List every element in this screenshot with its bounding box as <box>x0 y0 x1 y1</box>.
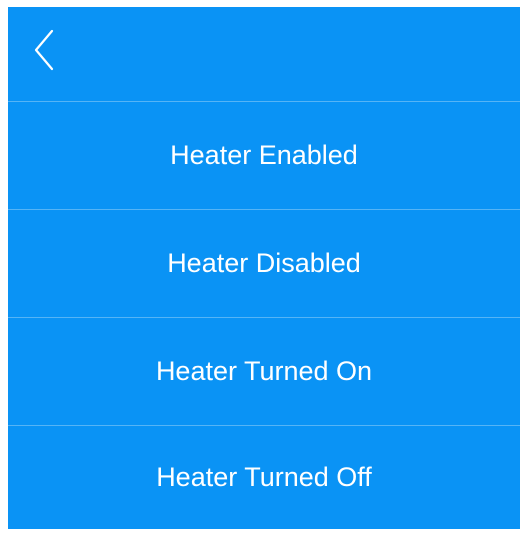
heater-event-panel: Heater Enabled Heater Disabled Heater Tu… <box>8 7 520 529</box>
menu-item-label: Heater Enabled <box>170 140 358 170</box>
back-button[interactable] <box>26 25 66 75</box>
menu-item-heater-turned-on[interactable]: Heater Turned On <box>8 318 520 426</box>
menu-item-label: Heater Turned On <box>155 356 373 386</box>
menu-item-heater-enabled[interactable]: Heater Enabled <box>8 102 520 210</box>
header-bar <box>8 7 520 102</box>
menu-item-heater-turned-off[interactable]: Heater Turned Off <box>8 426 520 529</box>
menu-item-label: Heater Disabled <box>167 248 361 278</box>
chevron-left-icon <box>34 29 54 71</box>
menu-item-label: Heater Turned Off <box>156 462 372 492</box>
menu-item-heater-disabled[interactable]: Heater Disabled <box>8 210 520 318</box>
